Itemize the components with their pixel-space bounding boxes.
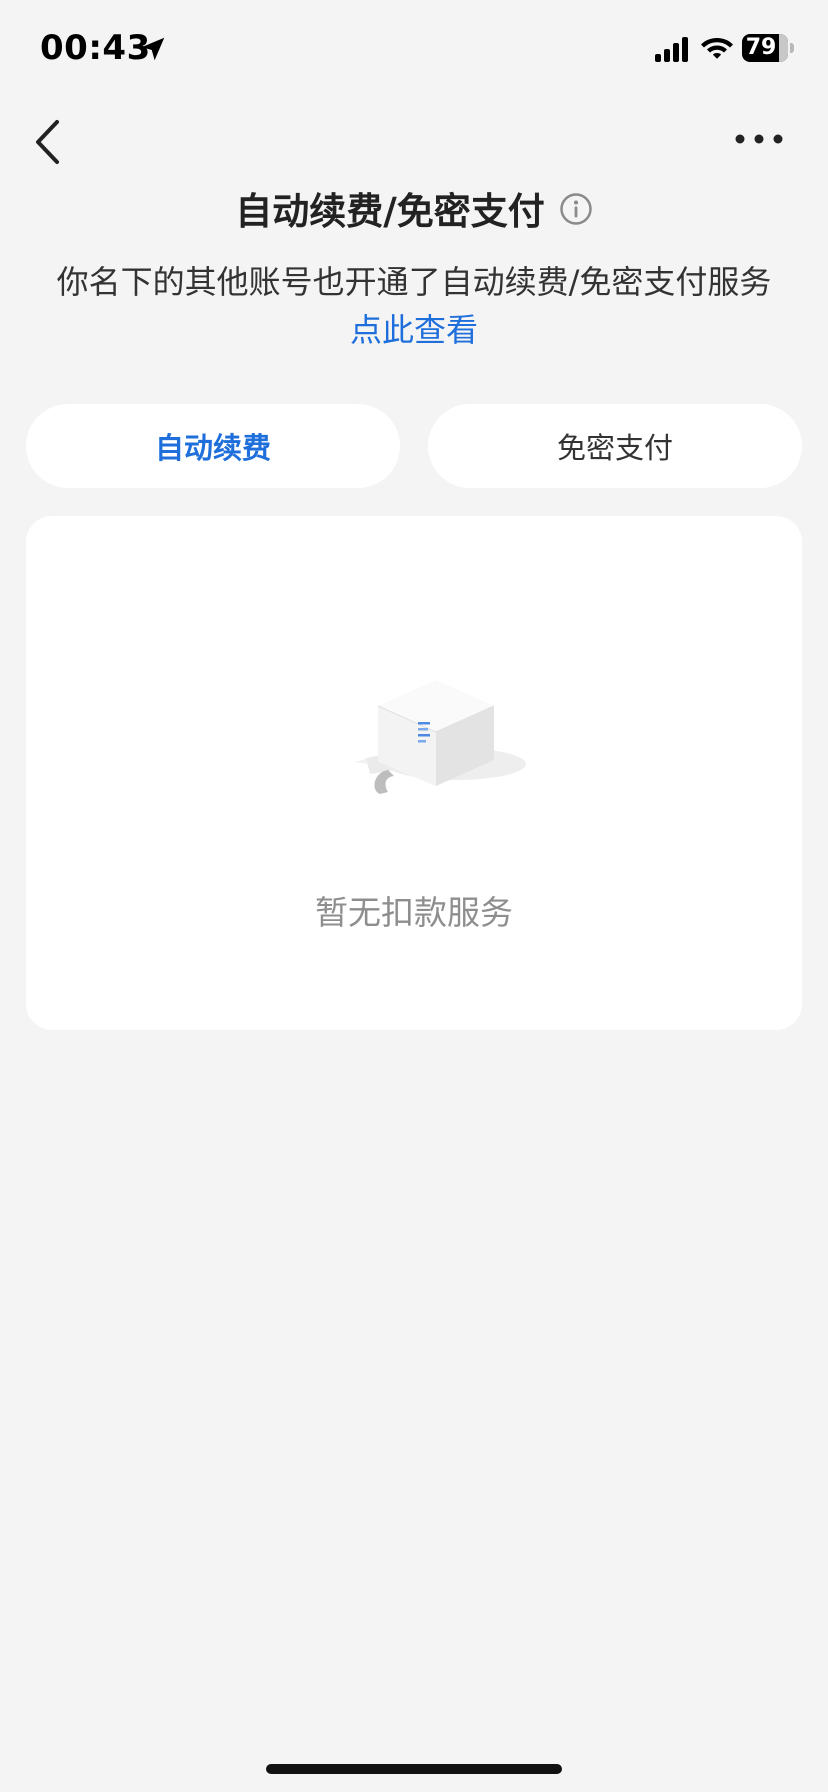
empty-state-text: 暂无扣款服务 bbox=[315, 893, 513, 932]
ellipsis-icon bbox=[735, 134, 783, 144]
battery-level: 79 bbox=[745, 35, 777, 60]
empty-box-icon bbox=[354, 680, 526, 794]
battery-icon: 79 bbox=[742, 34, 794, 62]
wifi-icon bbox=[701, 38, 733, 59]
info-circle-icon[interactable] bbox=[559, 192, 593, 226]
page-title: 自动续费/免密支付 bbox=[235, 190, 545, 233]
chevron-left-icon bbox=[36, 120, 59, 164]
location-arrow-icon bbox=[141, 37, 165, 61]
view-link[interactable]: 点此查看 bbox=[0, 306, 828, 354]
status-bar: 00:43 79 bbox=[0, 0, 828, 100]
back-button[interactable] bbox=[26, 114, 76, 170]
cellular-signal-icon bbox=[655, 37, 688, 62]
other-accounts-notice: 你名下的其他账号也开通了自动续费/免密支付服务 点此查看 bbox=[0, 258, 828, 354]
tab-password-free-payment[interactable]: 免密支付 bbox=[428, 404, 802, 488]
status-time: 00:43 bbox=[40, 28, 151, 68]
notice-text: 你名下的其他账号也开通了自动续费/免密支付服务 bbox=[56, 263, 772, 301]
more-button[interactable] bbox=[730, 124, 788, 154]
page-header: 自动续费/免密支付 bbox=[0, 182, 828, 234]
home-indicator[interactable] bbox=[266, 1764, 562, 1774]
tab-auto-renewal[interactable]: 自动续费 bbox=[26, 404, 400, 488]
empty-state-card: 暂无扣款服务 bbox=[26, 516, 802, 1030]
